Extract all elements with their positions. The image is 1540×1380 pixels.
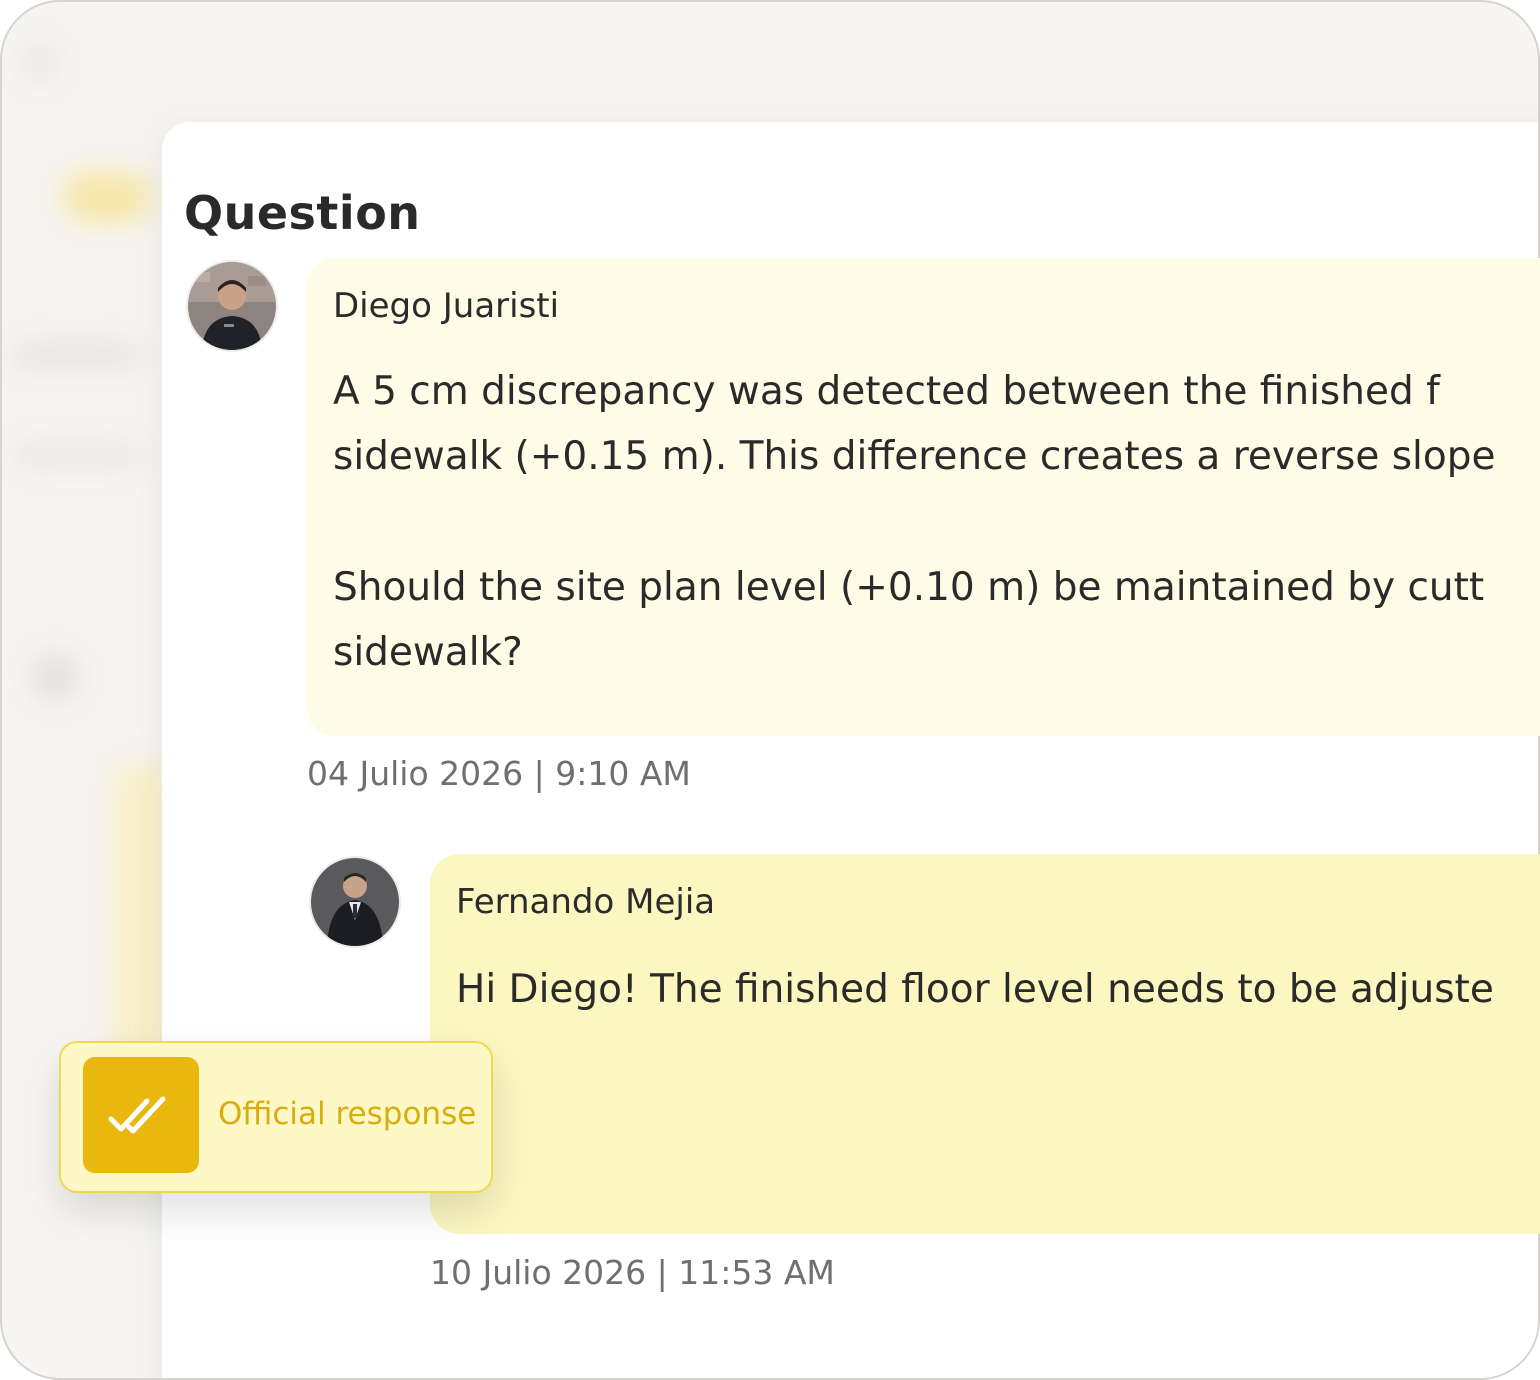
person-photo-avatar-icon <box>188 262 276 350</box>
avatar[interactable] <box>188 262 276 350</box>
background-nav-item <box>12 442 142 468</box>
message-text-line: A 5 cm discrepancy was detected between … <box>333 369 1440 414</box>
person-photo-avatar-icon <box>311 858 399 946</box>
message-author: Fernando Mejia <box>456 882 716 922</box>
avatar[interactable] <box>311 858 399 946</box>
message-text-line: Hi Diego! The finished floor level needs… <box>456 967 1494 1012</box>
message-text-line: sidewalk? <box>333 630 523 675</box>
badge-label: Official response <box>218 1096 477 1132</box>
message-timestamp: 10 Julio 2026 | 11:53 AM <box>430 1253 835 1292</box>
background-avatar <box>30 652 80 702</box>
message-text-line: Should the site plan level (+0.10 m) be … <box>333 565 1485 610</box>
message-text-line: sidewalk (+0.15 m). This difference crea… <box>333 434 1496 479</box>
background-nav-item <box>12 342 142 368</box>
page-title: Question <box>184 186 421 240</box>
official-response-badge: Official response <box>59 1041 493 1193</box>
background-nav-pill <box>62 172 152 222</box>
message-author: Diego Juaristi <box>333 286 560 326</box>
message-timestamp: 04 Julio 2026 | 9:10 AM <box>307 754 691 793</box>
background-logo <box>20 42 60 82</box>
double-check-icon <box>83 1057 199 1173</box>
